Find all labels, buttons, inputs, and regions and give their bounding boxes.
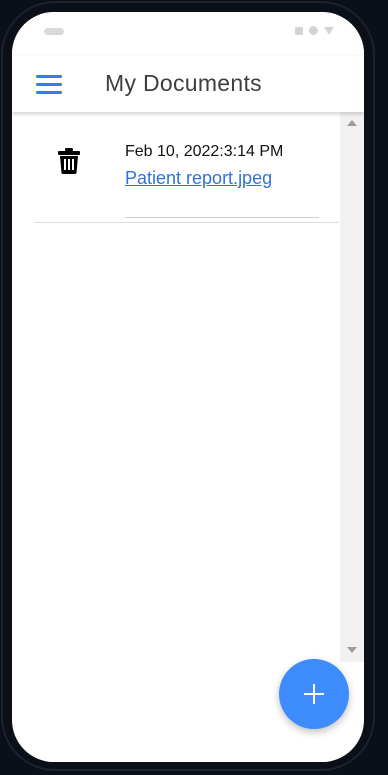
phone-frame: My Documents Feb 10, 2022:3:14 PM Patien… xyxy=(0,0,388,775)
list-item: Feb 10, 2022:3:14 PM Patient report.jpeg xyxy=(34,112,339,223)
app-screen: My Documents Feb 10, 2022:3:14 PM Patien… xyxy=(12,12,364,762)
document-link[interactable]: Patient report.jpeg xyxy=(125,168,272,189)
status-square-icon xyxy=(295,26,303,35)
screen-bottom-edge xyxy=(12,754,364,762)
scroll-down-arrow-icon[interactable] xyxy=(347,647,357,653)
status-pill xyxy=(44,28,64,35)
status-signal-icon xyxy=(324,26,334,35)
scroll-up-arrow-icon[interactable] xyxy=(347,120,357,126)
page-title: My Documents xyxy=(105,70,262,96)
status-bar xyxy=(12,12,364,56)
item-divider xyxy=(125,217,319,218)
plus-icon xyxy=(304,684,324,704)
add-document-button[interactable] xyxy=(279,659,349,729)
document-date: Feb 10, 2022:3:14 PM xyxy=(125,143,284,160)
status-dot-icon xyxy=(309,26,318,35)
trash-icon[interactable] xyxy=(58,148,80,174)
app-bar: My Documents xyxy=(12,56,364,112)
documents-list: Feb 10, 2022:3:14 PM Patient report.jpeg xyxy=(12,112,364,662)
menu-icon[interactable] xyxy=(36,75,62,95)
scrollbar[interactable] xyxy=(340,112,364,662)
status-icons xyxy=(295,26,334,35)
